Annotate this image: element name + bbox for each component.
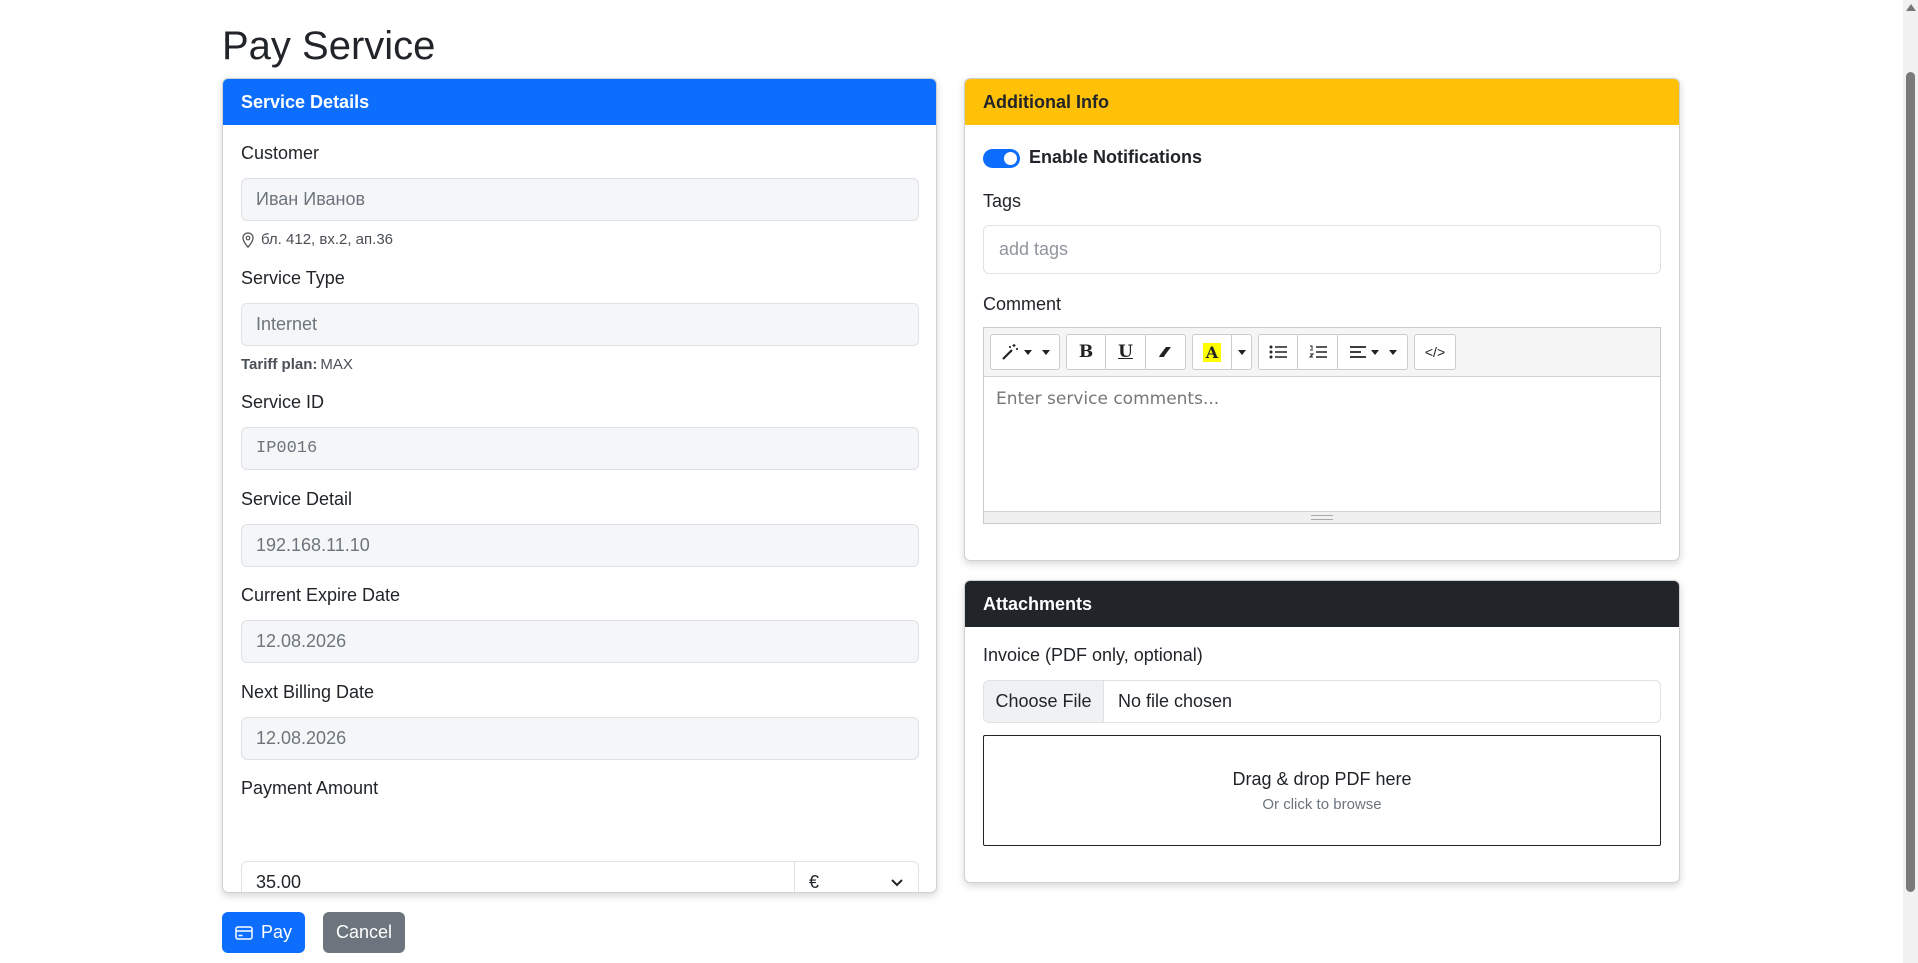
pay-button[interactable]: Pay — [222, 912, 305, 953]
service-id-label: Service ID — [241, 392, 325, 412]
comment-label: Comment — [983, 294, 1062, 314]
payment-amount-group: 35.00 € — [241, 861, 919, 892]
highlight-dropdown-button[interactable] — [1232, 334, 1252, 370]
payment-amount-input[interactable]: 35.00 — [241, 861, 795, 892]
pay-label: Pay — [260, 922, 293, 942]
scroll-up-arrow-icon[interactable] — [1906, 4, 1916, 11]
bold-button[interactable]: B — [1066, 334, 1106, 370]
service-details-card: Service Details Customer Иван Иванов бл.… — [222, 78, 937, 893]
customer-label: Customer — [241, 143, 320, 163]
highlight-button[interactable]: A — [1192, 334, 1232, 370]
customer-field[interactable]: Иван Иванов — [241, 178, 919, 221]
service-type-field[interactable]: Internet — [241, 303, 919, 346]
payment-amount-label: Payment Amount — [241, 778, 379, 798]
service-type-label: Service Type — [241, 268, 345, 288]
current-expire-field[interactable]: 12.08.2026 — [241, 620, 919, 663]
customer-address: бл. 412, вх.2, ап.36 — [241, 231, 393, 248]
tariff-plan-label: Tariff plan: — [241, 356, 318, 373]
align-dropdown-button[interactable] — [1338, 334, 1408, 370]
code-view-button[interactable]: </> — [1414, 334, 1456, 370]
notifications-toggle[interactable] — [983, 149, 1020, 168]
eraser-icon — [1158, 347, 1171, 357]
cancel-button[interactable]: Cancel — [323, 912, 405, 953]
tags-input[interactable]: add tags — [983, 225, 1661, 274]
scrollbar-thumb[interactable] — [1906, 72, 1915, 892]
service-detail-field[interactable]: 192.168.11.10 — [241, 524, 919, 567]
credit-card-icon — [235, 925, 253, 940]
drop-zone-subtitle: Or click to browse — [1262, 795, 1382, 813]
comment-editor: B U A </> Enter service comments... — [983, 327, 1661, 524]
service-id-field[interactable]: IP0016 — [241, 427, 919, 470]
numbered-list-icon — [1308, 345, 1327, 358]
highlight-icon: A — [1202, 342, 1222, 362]
tariff-plan-value: MAX — [320, 356, 353, 373]
editor-resize-handle[interactable] — [984, 511, 1660, 523]
drop-zone-title: Drag & drop PDF here — [1232, 768, 1412, 789]
invoice-label: Invoice (PDF only, optional) — [983, 645, 1203, 665]
tariff-plan: Tariff plan: MAX — [241, 356, 353, 373]
currency-select[interactable]: € — [795, 861, 919, 892]
bullet-list-button[interactable] — [1258, 334, 1298, 370]
current-expire-label: Current Expire Date — [241, 585, 401, 605]
additional-info-card: Additional Info Enable Notifications Tag… — [964, 78, 1680, 561]
attachments-card: Attachments Invoice (PDF only, optional)… — [964, 580, 1680, 883]
align-icon — [1349, 346, 1366, 358]
numbered-list-button[interactable] — [1298, 334, 1338, 370]
address-text: бл. 412, вх.2, ап.36 — [261, 231, 393, 248]
bullet-list-icon — [1269, 345, 1287, 359]
magic-wand-icon — [1002, 344, 1018, 360]
choose-file-button[interactable]: Choose File — [984, 681, 1104, 722]
underline-button[interactable]: U — [1106, 334, 1146, 370]
editor-toolbar: B U A </> — [984, 328, 1660, 377]
bold-icon: B — [1078, 342, 1094, 362]
style-dropdown-button[interactable] — [990, 334, 1060, 370]
code-icon: </> — [1424, 344, 1446, 360]
attachments-header: Attachments — [965, 581, 1679, 627]
file-status: No file chosen — [1118, 691, 1233, 711]
pdf-drop-zone[interactable]: Drag & drop PDF here Or click to browse — [983, 735, 1661, 846]
clear-format-button[interactable] — [1146, 334, 1186, 370]
page-title: Pay Service — [222, 24, 436, 68]
invoice-file-input[interactable]: Choose File No file chosen — [983, 680, 1661, 723]
page-scrollbar[interactable] — [1903, 0, 1918, 963]
service-detail-label: Service Detail — [241, 489, 353, 509]
next-billing-label: Next Billing Date — [241, 682, 375, 702]
comment-textarea[interactable]: Enter service comments... — [984, 377, 1660, 511]
tags-label: Tags — [983, 191, 1022, 211]
underline-icon: U — [1118, 342, 1133, 362]
currency-value: € — [809, 872, 820, 892]
service-details-header: Service Details — [223, 79, 936, 125]
additional-info-header: Additional Info — [965, 79, 1679, 125]
notifications-label: Enable Notifications — [1029, 147, 1203, 167]
location-pin-icon — [242, 231, 254, 248]
chevron-down-icon — [891, 878, 903, 886]
next-billing-field[interactable]: 12.08.2026 — [241, 717, 919, 760]
